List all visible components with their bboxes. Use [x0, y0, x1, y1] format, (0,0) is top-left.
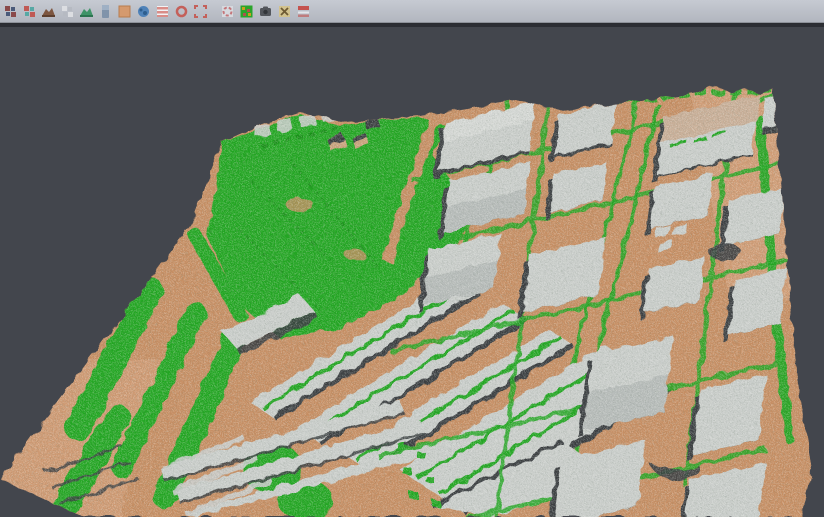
toolbar	[0, 0, 824, 23]
viewer-window	[0, 0, 824, 517]
globe-icon[interactable]	[136, 4, 151, 19]
layers-icon[interactable]	[296, 4, 311, 19]
point-cloud	[0, 30, 824, 517]
grain-dark	[0, 80, 824, 517]
terrain-green-icon[interactable]	[79, 4, 94, 19]
sparse-points-icon[interactable]	[60, 4, 75, 19]
attribute-list-icon[interactable]	[155, 4, 170, 19]
terrain-brown-icon[interactable]	[41, 4, 56, 19]
ortho-image-icon[interactable]	[117, 4, 132, 19]
3d-viewport[interactable]	[0, 27, 824, 517]
snapshot-camera-icon[interactable]	[258, 4, 273, 19]
circle-select-icon[interactable]	[174, 4, 189, 19]
clip-region-icon[interactable]	[220, 4, 235, 19]
bounds-select-icon[interactable]	[193, 4, 208, 19]
measure-icon[interactable]	[277, 4, 292, 19]
point-cloud-icon[interactable]	[3, 4, 18, 19]
scatter-points-icon[interactable]	[22, 4, 37, 19]
point-cloud-canvas	[0, 27, 824, 517]
panel-icon[interactable]	[98, 4, 113, 19]
classification-colors-icon[interactable]	[239, 4, 254, 19]
